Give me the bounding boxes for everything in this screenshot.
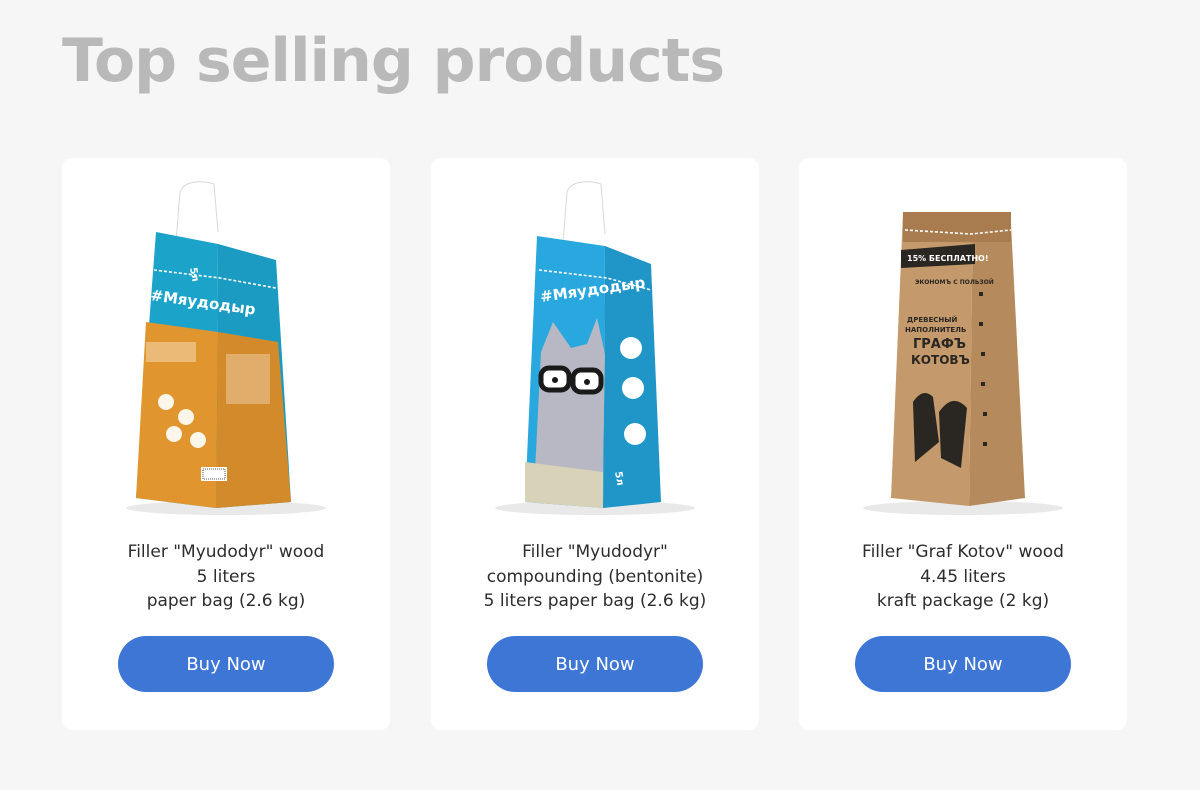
- buy-now-button[interactable]: Buy Now: [118, 636, 334, 692]
- bag-brand-line: ГРАФЪ: [913, 337, 966, 352]
- product-card: #Мяудодыр 5л Filler "Myudodyr" compoundi…: [431, 158, 759, 730]
- bag-brand-line: ДРЕВЕСНЫЙ: [907, 315, 958, 324]
- product-name-line: 5 liters paper bag (2.6 kg): [483, 591, 707, 611]
- product-card: 15% БЕСПЛАТНО! ЭКОНОМЪ С ПОЛЬЗОЙ ДРЕВЕСН…: [799, 158, 1127, 730]
- product-name-line: 4.45 liters: [920, 566, 1006, 587]
- bag-banner-text: 15% БЕСПЛАТНО!: [907, 254, 989, 263]
- product-card: #Мяудодыр 5л Filler "Myudodyr" wood 5 li…: [62, 158, 390, 730]
- bag-brand-line: КОТОВЪ: [911, 353, 970, 367]
- product-image-graf-kotov: 15% БЕСПЛАТНО! ЭКОНОМЪ С ПОЛЬЗОЙ ДРЕВЕСН…: [863, 212, 1063, 515]
- product-name: Filler "Myudodyr" compounding (bentonite…: [441, 540, 749, 614]
- product-name-line: Filler "Graf Kotov" wood: [862, 542, 1064, 562]
- product-image-myudodyr-bentonite: #Мяудодыр 5л: [495, 178, 695, 515]
- product-name-line: Filler "Myudodyr": [522, 542, 668, 562]
- buy-now-button[interactable]: Buy Now: [487, 636, 703, 692]
- product-name-line: compounding (bentonite): [486, 566, 704, 587]
- product-name: Filler "Myudodyr" wood 5 liters paper ba…: [72, 540, 380, 614]
- page-title: Top selling products: [62, 26, 725, 96]
- product-name-line: Filler "Myudodyr" wood: [127, 542, 325, 562]
- product-name-line: paper bag (2.6 kg): [146, 591, 306, 611]
- buy-now-button[interactable]: Buy Now: [855, 636, 1071, 692]
- bag-brand-line: НАПОЛНИТЕЛЬ: [905, 326, 966, 334]
- bag-tag-text: ЭКОНОМЪ С ПОЛЬЗОЙ: [915, 278, 994, 286]
- product-name-line: 5 liters: [196, 566, 256, 587]
- product-name: Filler "Graf Kotov" wood 4.45 liters kra…: [809, 540, 1117, 614]
- product-name-line: kraft package (2 kg): [876, 591, 1050, 611]
- product-image-myudodyr-wood: #Мяудодыр 5л: [126, 178, 326, 515]
